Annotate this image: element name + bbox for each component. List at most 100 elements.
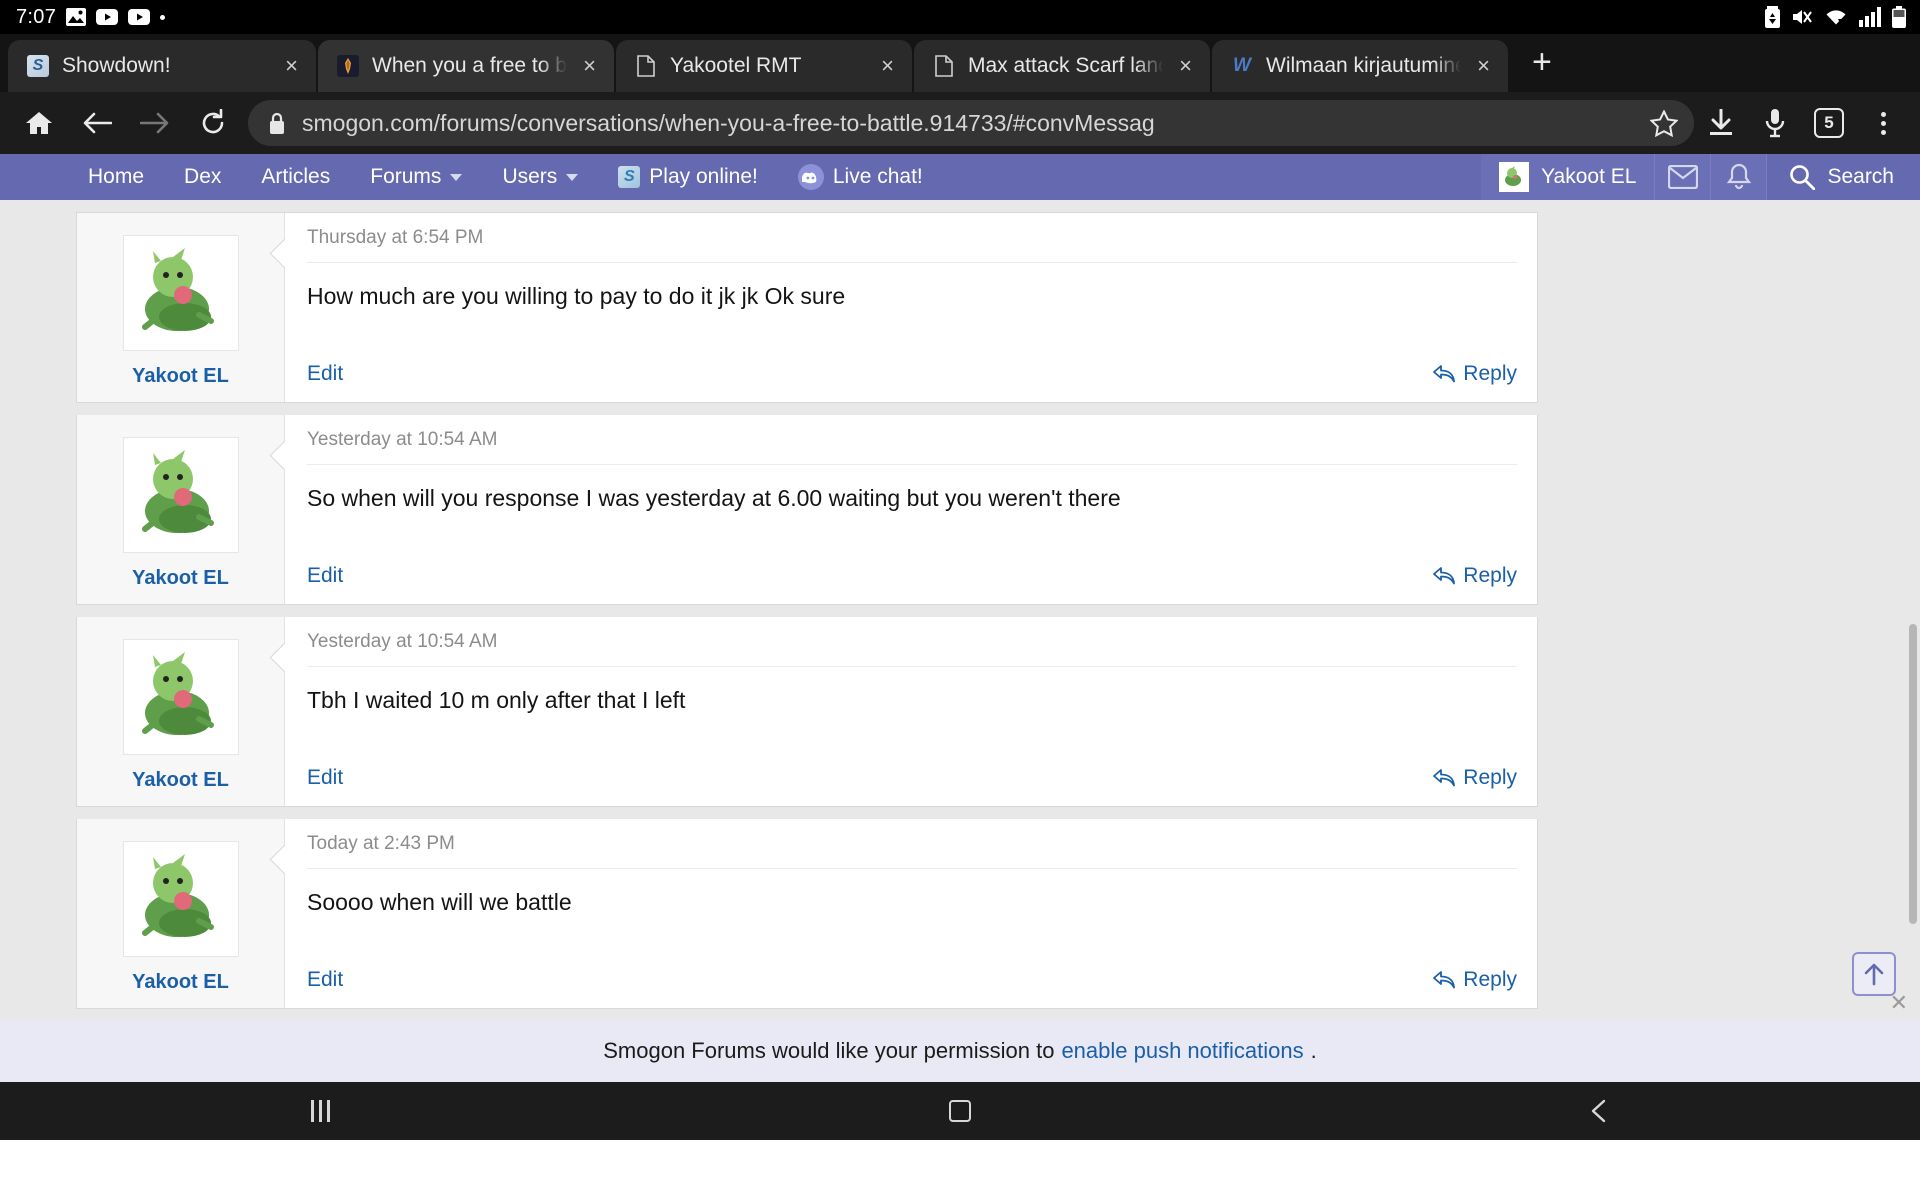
pokemon-showdown-icon: S (618, 166, 641, 188)
back-icon[interactable] (68, 94, 126, 152)
search-button[interactable]: Search (1766, 154, 1920, 200)
tab-counter-icon[interactable]: 5 (1802, 96, 1856, 150)
message-timestamp[interactable]: Thursday at 6:54 PM (307, 227, 1517, 263)
youtube-icon (128, 9, 151, 25)
notifications-bell-icon[interactable] (1710, 154, 1767, 200)
reply-button[interactable]: Reply (1433, 766, 1517, 790)
site-nav-left: Home Dex Articles Forums Users S Play on… (0, 154, 943, 200)
message-text: Soooo when will we battle (307, 889, 572, 915)
overflow-menu-icon[interactable] (1856, 96, 1910, 150)
nav-item-label: Play online! (649, 165, 758, 188)
nav-item-articles[interactable]: Articles (241, 154, 350, 200)
address-bar[interactable]: smogon.com/forums/conversations/when-you… (248, 100, 1694, 146)
avatar[interactable] (122, 437, 239, 553)
message-author-block: Yakoot EL (77, 617, 285, 806)
tab-close-button[interactable]: × (877, 53, 898, 79)
message-author-block: Yakoot EL (77, 213, 285, 402)
edit-button[interactable]: Edit (307, 362, 343, 386)
avatar[interactable] (122, 841, 239, 957)
message-author-name[interactable]: Yakoot EL (132, 971, 229, 994)
status-bar-clock: 7:07 (16, 5, 57, 28)
message-timestamp[interactable]: Yesterday at 10:54 AM (307, 429, 1517, 465)
tab-close-button[interactable]: × (281, 53, 302, 79)
youtube-icon (96, 9, 119, 25)
edit-button[interactable]: Edit (307, 564, 343, 588)
nav-item-forums[interactable]: Forums (350, 154, 482, 200)
reply-button[interactable]: Reply (1433, 968, 1517, 992)
tab-close-button[interactable]: × (579, 53, 600, 79)
home-icon[interactable] (10, 94, 68, 152)
message-actions: Edit Reply (285, 752, 1537, 806)
edit-button[interactable]: Edit (307, 968, 343, 992)
nav-item-dex[interactable]: Dex (164, 154, 241, 200)
search-icon (1789, 164, 1816, 190)
message-author-name[interactable]: Yakoot EL (132, 365, 229, 388)
reply-button[interactable]: Reply (1433, 362, 1517, 386)
close-icon[interactable]: ✕ (1890, 990, 1908, 1016)
dot-icon (160, 14, 166, 20)
browser-tab[interactable]: W Wilmaan kirjautuminen × (1212, 40, 1508, 92)
download-icon[interactable] (1694, 96, 1748, 150)
message-item: Yakoot EL Thursday at 6:54 PM How much a… (76, 212, 1538, 403)
showdown-icon: S (26, 54, 50, 78)
bookmark-star-icon[interactable] (1650, 109, 1678, 137)
message-author-block: Yakoot EL (77, 819, 285, 1008)
browser-tab[interactable]: When you a free to bat × (318, 40, 614, 92)
nav-item-home[interactable]: Home (68, 154, 164, 200)
status-bar-left: 7:07 (16, 5, 166, 29)
scrollbar-thumb[interactable] (1909, 624, 1917, 924)
reply-button[interactable]: Reply (1433, 564, 1517, 588)
page-scrollbar[interactable] (1908, 154, 1918, 1020)
home-icon[interactable] (643, 1100, 1277, 1122)
tab-title: Max attack Scarf land (968, 54, 1164, 77)
reply-label: Reply (1463, 766, 1517, 789)
avatar (1499, 162, 1530, 192)
reply-arrow-icon (1433, 769, 1456, 787)
android-nav-bar (0, 1082, 1920, 1140)
message-text: Tbh I waited 10 m only after that I left (307, 687, 686, 713)
browser-tab[interactable]: Yakootel RMT × (616, 40, 912, 92)
browser-tab[interactable]: S Showdown! × (8, 40, 316, 92)
nav-item-live-chat[interactable]: Live chat! (778, 154, 943, 200)
browser-tab[interactable]: Max attack Scarf land × (914, 40, 1210, 92)
message-content: Today at 2:43 PM Soooo when will we batt… (285, 819, 1537, 1008)
reload-icon[interactable] (184, 94, 242, 152)
message-time-row: Yesterday at 10:54 AM (285, 415, 1537, 465)
site-navigation: Home Dex Articles Forums Users S Play on… (0, 154, 1920, 200)
back-icon[interactable] (1283, 1098, 1917, 1124)
message-timestamp[interactable]: Yesterday at 10:54 AM (307, 631, 1517, 667)
avatar[interactable] (122, 639, 239, 755)
nav-item-play-online[interactable]: S Play online! (598, 154, 778, 200)
message-content: Yesterday at 10:54 AM Tbh I waited 10 m … (285, 617, 1537, 806)
message-author-name[interactable]: Yakoot EL (132, 769, 229, 792)
tab-title: Wilmaan kirjautuminen (1266, 54, 1462, 77)
battery-icon (1892, 6, 1906, 28)
push-notification-bar: Smogon Forums would like your permission… (0, 1020, 1920, 1082)
new-tab-button[interactable]: + (1510, 45, 1574, 87)
nav-item-label: Home (88, 165, 145, 188)
nav-item-users[interactable]: Users (482, 154, 598, 200)
tab-close-button[interactable]: × (1175, 53, 1196, 79)
wikipedia-icon: W (1233, 55, 1251, 76)
browser-toolbar: smogon.com/forums/conversations/when-you… (0, 92, 1920, 154)
message-author-name[interactable]: Yakoot EL (132, 567, 229, 590)
recents-icon[interactable] (3, 1100, 637, 1122)
document-icon (634, 54, 658, 78)
message-time-row: Today at 2:43 PM (285, 819, 1537, 869)
inbox-icon[interactable] (1654, 154, 1711, 200)
message-actions: Edit Reply (285, 550, 1537, 604)
avatar[interactable] (122, 235, 239, 351)
message-time-row: Thursday at 6:54 PM (285, 213, 1537, 263)
message-actions: Edit Reply (285, 348, 1537, 402)
tab-close-button[interactable]: × (1473, 53, 1494, 79)
edit-button[interactable]: Edit (307, 766, 343, 790)
conversation-messages: Yakoot EL Thursday at 6:54 PM How much a… (0, 200, 1920, 1020)
account-menu[interactable]: Yakoot EL (1481, 154, 1655, 200)
message-text: So when will you response I was yesterda… (307, 485, 1121, 511)
message-timestamp[interactable]: Today at 2:43 PM (307, 833, 1517, 869)
microphone-icon[interactable] (1748, 96, 1802, 150)
forward-icon[interactable] (126, 94, 184, 152)
nav-item-label: Users (502, 165, 558, 188)
enable-push-notifications-link[interactable]: enable push notifications (1061, 1038, 1303, 1064)
tab-count-label: 5 (1814, 108, 1844, 138)
